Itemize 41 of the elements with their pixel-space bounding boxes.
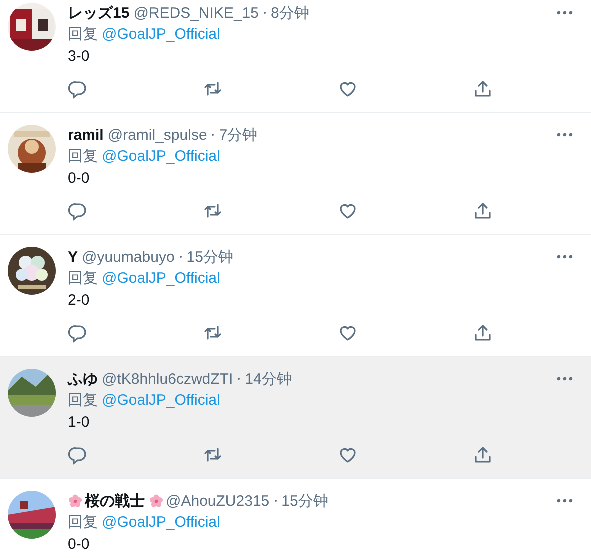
timestamp[interactable]: 14分钟: [245, 370, 292, 388]
user-name[interactable]: レッズ15: [68, 4, 130, 22]
reply-label: 回复: [68, 514, 98, 531]
tweet-card[interactable]: ふゆ @tK8hhlu6czwdZTI 14分钟 回复 @GoalJP_Official 1-0: [0, 357, 591, 479]
mention-link[interactable]: @GoalJP_Official: [102, 514, 220, 531]
reply-label: 回复: [68, 26, 98, 43]
user-handle[interactable]: @REDS_NIKE_15: [134, 4, 259, 22]
user-name[interactable]: ふゆ: [68, 370, 98, 388]
user-handle[interactable]: @yuumabuyo: [82, 248, 175, 266]
share-icon[interactable]: [473, 445, 493, 465]
share-icon[interactable]: [473, 201, 493, 221]
reply-label: 回复: [68, 270, 98, 287]
flower-icon: [149, 494, 164, 508]
mention-link[interactable]: @GoalJP_Official: [102, 148, 220, 165]
timestamp[interactable]: 8分钟: [270, 4, 310, 22]
user-handle[interactable]: @ramil_spulse: [108, 126, 208, 144]
user-name[interactable]: ramil: [68, 126, 104, 144]
share-icon[interactable]: [473, 323, 493, 343]
user-handle[interactable]: @AhouZU2315: [166, 492, 270, 510]
reply-icon[interactable]: [68, 201, 88, 221]
tweet-text: 3-0: [68, 47, 91, 67]
user-name[interactable]: Y: [68, 248, 78, 266]
tweet-card[interactable]: レッズ15 @REDS_NIKE_15 8分钟 回复 @GoalJP_Official 3-0: [0, 0, 591, 113]
tweet-text: 1-0: [68, 413, 91, 433]
mention-link[interactable]: @GoalJP_Official: [102, 270, 220, 287]
reply-label: 回复: [68, 392, 98, 409]
reply-icon[interactable]: [68, 79, 88, 99]
reply-icon[interactable]: [68, 445, 88, 465]
mention-link[interactable]: @GoalJP_Official: [102, 26, 220, 43]
reply-label: 回复: [68, 148, 98, 165]
timestamp[interactable]: 15分钟: [282, 492, 328, 510]
reply-icon[interactable]: [68, 323, 88, 343]
mention-link[interactable]: @GoalJP_Official: [102, 392, 220, 409]
tweet-text: 0-0: [68, 535, 91, 555]
user-name[interactable]: 桜の戦士: [85, 492, 145, 510]
share-icon[interactable]: [473, 79, 493, 99]
user-handle[interactable]: @tK8hhlu6czwdZTI: [102, 370, 234, 388]
tweet-text: 2-0: [68, 291, 91, 311]
timestamp[interactable]: 7分钟: [219, 126, 258, 144]
tweet-text: 0-0: [68, 169, 91, 189]
timestamp[interactable]: 15分钟: [186, 248, 234, 266]
